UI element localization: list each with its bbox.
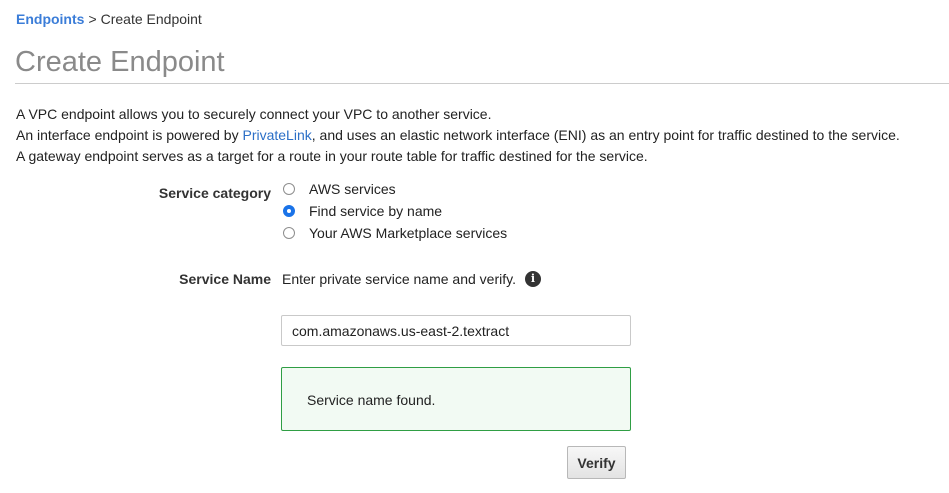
intro-description: A VPC endpoint allows you to securely co… (16, 104, 900, 167)
service-category-label: Service category (158, 185, 271, 201)
service-name-label: Service Name (179, 271, 271, 287)
intro-line2-prefix: An interface endpoint is powered by (16, 127, 243, 143)
service-name-input[interactable] (281, 315, 631, 346)
info-icon[interactable]: i (525, 271, 541, 287)
service-name-hint: Enter private service name and verify. (282, 271, 516, 287)
radio-aws-services[interactable] (283, 183, 295, 195)
breadcrumb: Endpoints > Create Endpoint (16, 11, 202, 27)
service-found-message: Service name found. (307, 392, 436, 408)
intro-line2-suffix: , and uses an elastic network interface … (311, 127, 900, 143)
title-divider (15, 83, 949, 84)
breadcrumb-endpoints-link[interactable]: Endpoints (16, 11, 84, 27)
radio-label-aws-services: AWS services (309, 181, 396, 197)
intro-line-vpc-endpoint: A VPC endpoint allows you to securely co… (16, 106, 492, 122)
privatelink-link[interactable]: PrivateLink (242, 127, 311, 143)
radio-find-by-name[interactable] (283, 205, 295, 217)
radio-option-aws-services[interactable]: AWS services (283, 178, 507, 200)
service-category-radio-group: AWS services Find service by name Your A… (283, 178, 507, 244)
radio-option-marketplace[interactable]: Your AWS Marketplace services (283, 222, 507, 244)
radio-marketplace[interactable] (283, 227, 295, 239)
breadcrumb-current: Create Endpoint (100, 11, 202, 27)
intro-line-gateway-endpoint: A gateway endpoint serves as a target fo… (16, 148, 648, 164)
page-title: Create Endpoint (15, 46, 225, 78)
radio-label-marketplace: Your AWS Marketplace services (309, 225, 508, 241)
radio-label-find-by-name: Find service by name (309, 203, 443, 219)
radio-option-find-by-name[interactable]: Find service by name (283, 200, 507, 222)
verify-button[interactable]: Verify (567, 446, 626, 479)
breadcrumb-separator: > (88, 11, 97, 27)
service-found-alert: Service name found. (281, 367, 631, 431)
intro-line-interface-endpoint: An interface endpoint is powered by Priv… (16, 125, 900, 146)
